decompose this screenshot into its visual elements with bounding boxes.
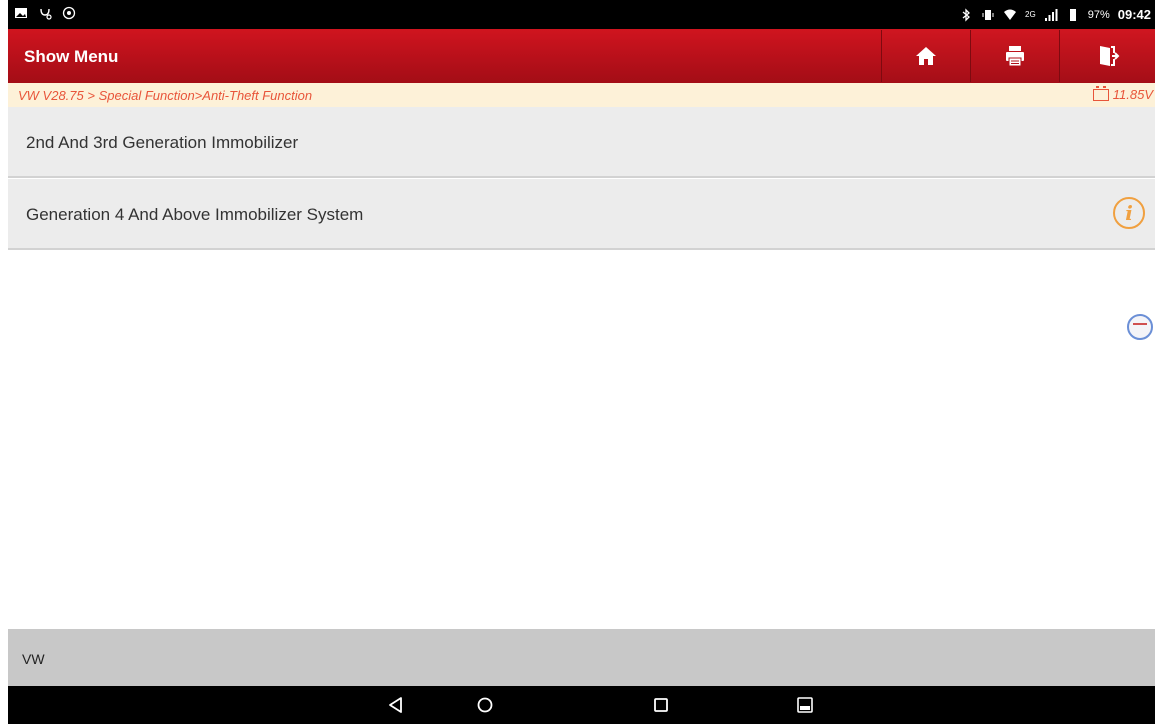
battery-icon [1066,8,1080,22]
battery-percent: 97% [1087,8,1110,21]
screenshot-icon[interactable] [795,695,815,715]
home-nav-icon[interactable] [475,695,495,715]
voltage-indicator: 11.85V [1092,85,1153,102]
network-type: 2G [1025,10,1036,19]
menu-item-generation-4[interactable]: Generation 4 And Above Immobilizer Syste… [8,179,1155,250]
footer-bar: VW [8,629,1155,686]
wifi-icon [1003,8,1017,22]
print-icon [1006,46,1024,67]
vehicle-brand-label: VW [22,651,45,667]
menu-item-2nd-3rd-generation[interactable]: 2nd And 3rd Generation Immobilizer [8,107,1155,178]
car-battery-icon [1092,85,1109,101]
home-button[interactable] [881,30,970,82]
floating-assistant-icon[interactable] [1127,314,1153,340]
back-icon[interactable] [386,695,406,715]
title-bar: Show Menu [8,29,1155,83]
breadcrumb: VW V28.75 > Special Function>Anti-Theft … [8,83,1155,107]
vibrate-icon [981,8,995,22]
status-bar: 2G 97% 09:42 [8,0,1155,29]
menu-item-label: 2nd And 3rd Generation Immobilizer [26,133,299,152]
voltage-value: 11.85V [1112,87,1153,102]
navigation-bar [8,686,1155,724]
settings-notification-icon [62,6,76,20]
diagnostic-notification-icon [38,6,52,20]
recent-apps-icon[interactable] [651,695,671,715]
bluetooth-icon [959,7,973,22]
exit-button[interactable] [1059,30,1155,82]
home-icon [916,47,936,65]
breadcrumb-path: VW V28.75 > Special Function>Anti-Theft … [18,88,313,103]
clock: 09:42 [1117,7,1151,22]
page-title: Show Menu [24,47,119,66]
info-icon[interactable]: i [1113,197,1145,229]
signal-icon [1044,8,1058,22]
print-button[interactable] [970,30,1059,82]
gallery-notification-icon [14,6,28,20]
menu-item-label: Generation 4 And Above Immobilizer Syste… [26,205,364,224]
exit-icon [1100,46,1120,66]
